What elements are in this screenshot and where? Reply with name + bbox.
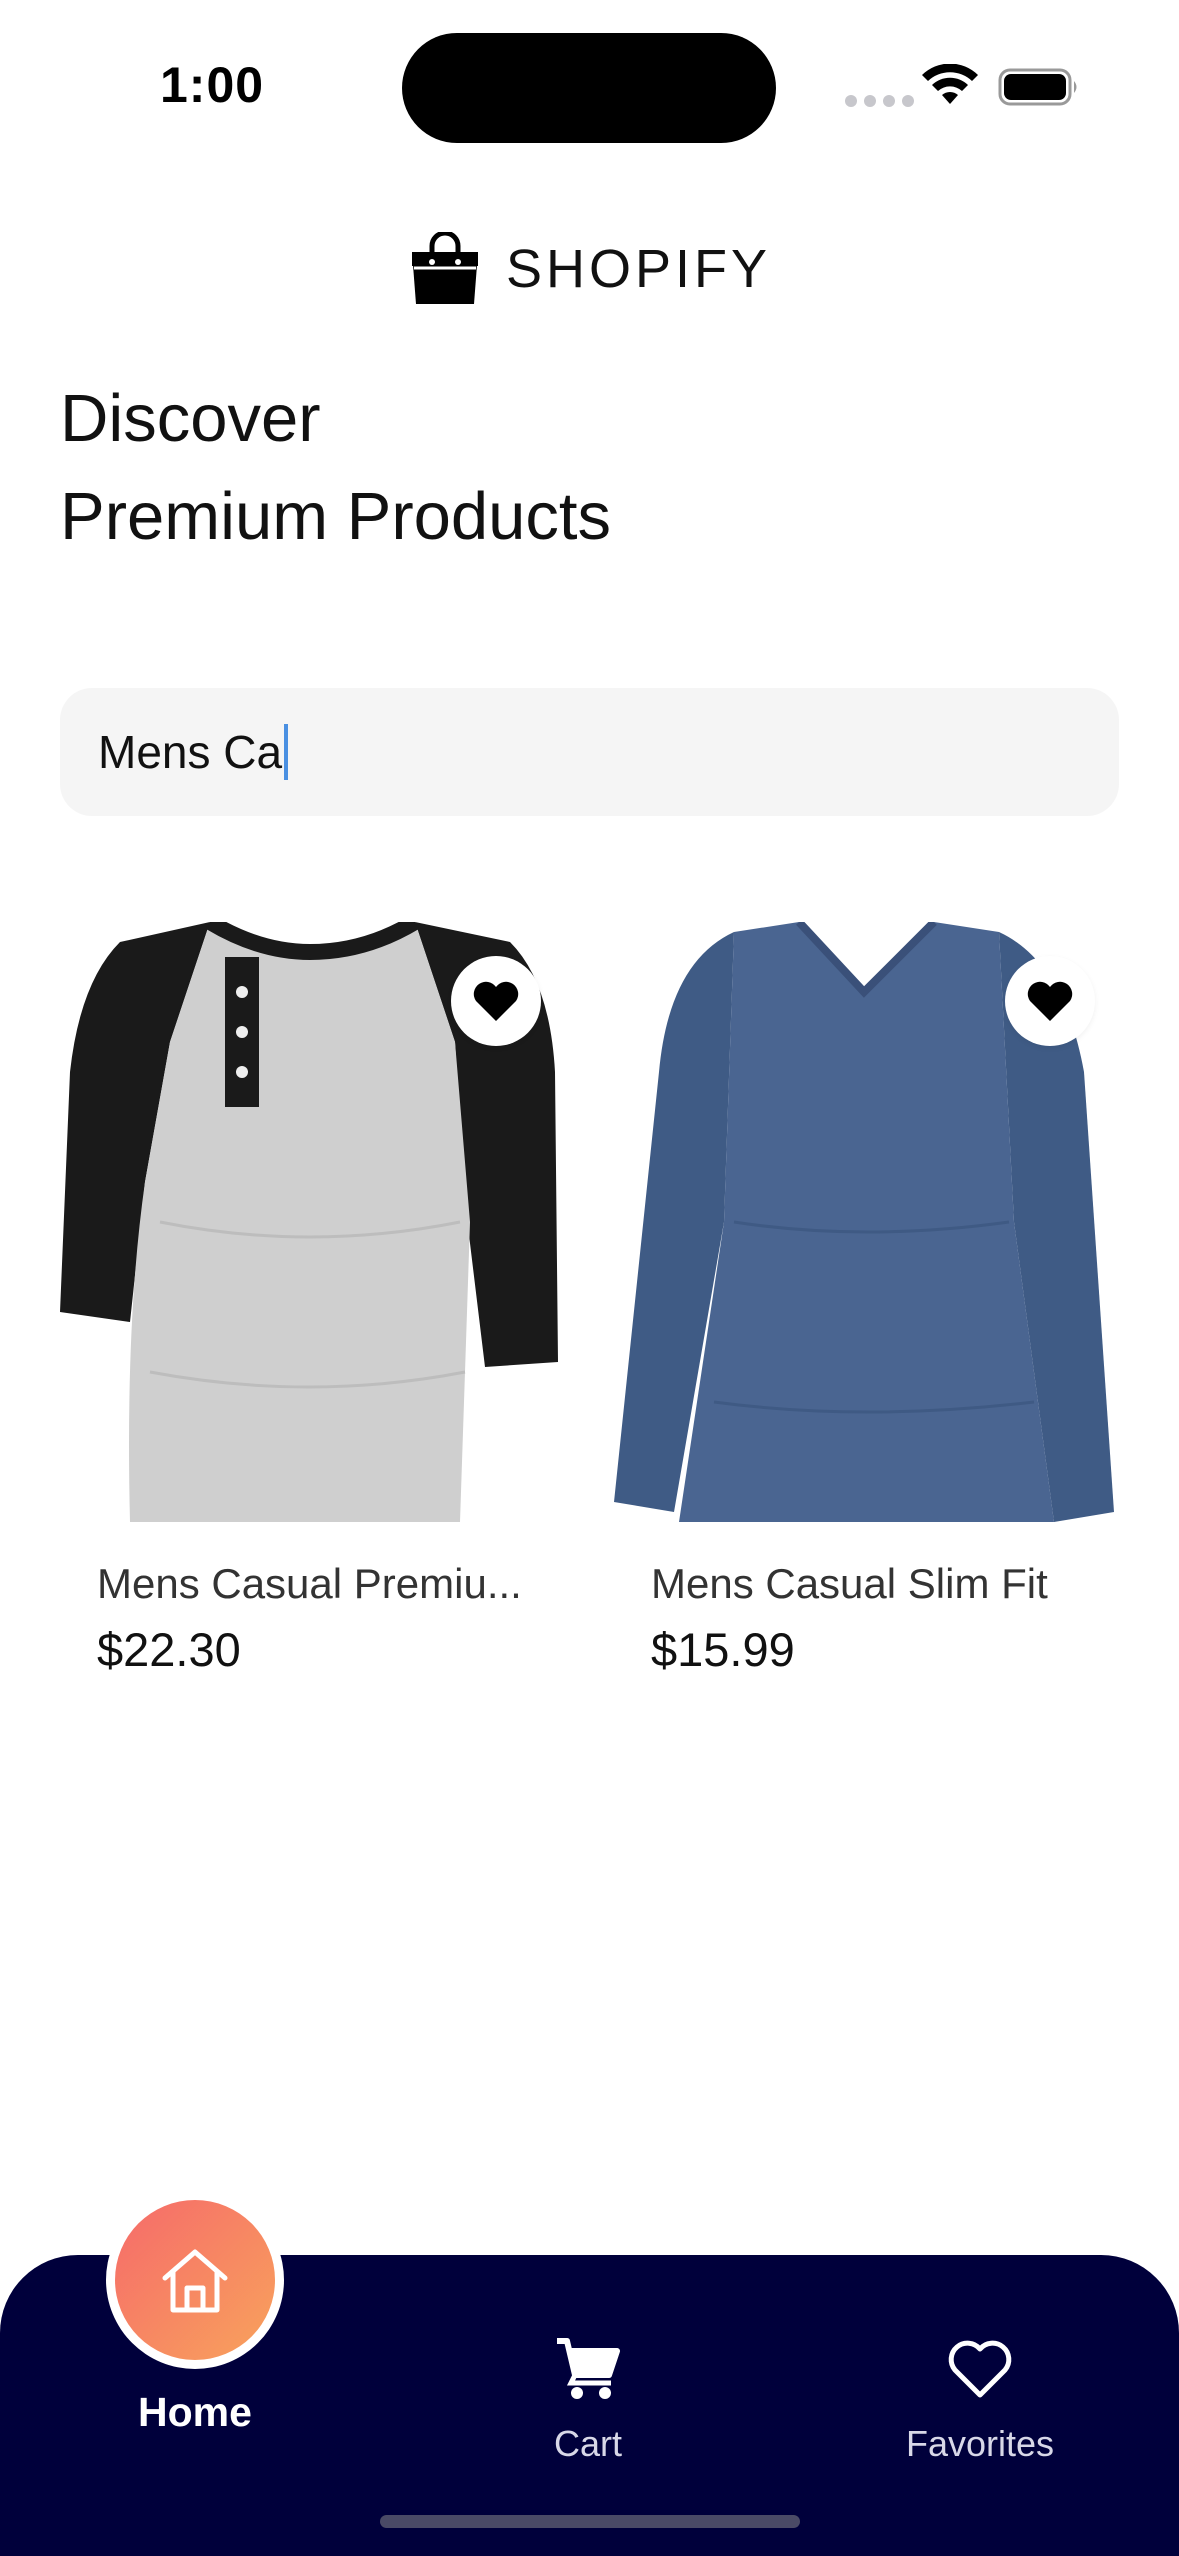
- tab-favorites[interactable]: Favorites: [880, 2335, 1080, 2465]
- cart-icon: [557, 2338, 620, 2399]
- heading-line-2: Premium Products: [60, 479, 612, 554]
- heart-icon: [473, 981, 519, 1021]
- tab-home[interactable]: Home: [106, 2191, 284, 2436]
- signal-dots-icon: [845, 95, 914, 107]
- wifi-icon: [922, 64, 978, 104]
- text-caret: [284, 724, 289, 780]
- tab-cart[interactable]: Cart: [488, 2335, 688, 2465]
- product-name: Mens Casual Premiu...: [97, 1560, 522, 1607]
- product-image[interactable]: [614, 922, 1119, 1522]
- product-price: $22.30: [97, 1623, 241, 1676]
- brand-header: SHOPIFY: [0, 232, 1179, 306]
- search-input[interactable]: Mens Ca: [60, 688, 1119, 816]
- favorite-button[interactable]: [451, 956, 541, 1046]
- page-heading: Discover Premium Products: [60, 370, 611, 566]
- heart-icon: [1027, 981, 1073, 1021]
- home-indicator: [380, 2515, 800, 2528]
- heart-outline-icon: [948, 2340, 1012, 2398]
- tab-label-favorites: Favorites: [905, 2423, 1055, 2464]
- tab-label-home: Home: [138, 2389, 252, 2435]
- battery-icon: [998, 68, 1077, 106]
- tab-label-cart: Cart: [553, 2423, 622, 2464]
- product-image[interactable]: [60, 922, 565, 1522]
- product-name: Mens Casual Slim Fit: [651, 1560, 1048, 1607]
- product-price: $15.99: [651, 1623, 795, 1676]
- brand-name: SHOPIFY: [505, 239, 772, 299]
- bottom-tab-bar: Home Cart Favorites: [0, 2191, 1179, 2556]
- home-icon: [162, 2249, 228, 2313]
- search-value: Mens Ca: [98, 726, 283, 778]
- home-tab-circle[interactable]: [115, 2200, 275, 2360]
- status-bar: 1:00: [0, 0, 1179, 170]
- favorite-button[interactable]: [1005, 956, 1095, 1046]
- status-time: 1:00: [160, 57, 265, 113]
- home-tab-ring: [106, 2191, 284, 2369]
- heading-line-1: Discover: [60, 381, 321, 456]
- shopping-bag-icon: [411, 232, 478, 304]
- dynamic-island: [402, 33, 776, 143]
- product-grid: Mens Casual Premiu... $22.30 Mens Casual…: [60, 922, 1119, 1677]
- product-card[interactable]: Mens Casual Slim Fit $15.99: [614, 922, 1119, 1677]
- product-card[interactable]: Mens Casual Premiu... $22.30: [60, 922, 565, 1677]
